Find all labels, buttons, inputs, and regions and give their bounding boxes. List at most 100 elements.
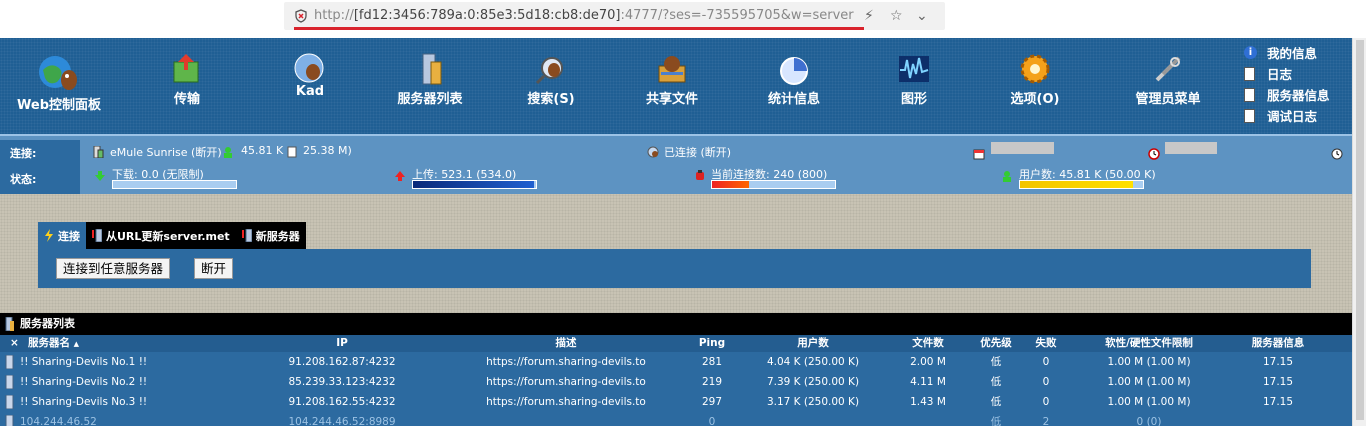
cell-fail: 0 <box>1042 356 1050 368</box>
cell-info: 17.15 <box>1262 396 1294 408</box>
cell-limit: 1.00 M (1.00 M) <box>1107 376 1191 388</box>
col-file-limit[interactable]: 软性/硬性文件限制 <box>1105 335 1193 352</box>
nav-transfer[interactable]: 传输 <box>162 38 212 107</box>
side-link-label: 日志 <box>1267 67 1293 82</box>
page-icon <box>1241 87 1255 105</box>
cell-users: 4.04 K (250.00 K) <box>766 356 860 368</box>
side-link-label: 我的信息 <box>1267 46 1318 61</box>
connection-label: 连接: <box>0 140 80 168</box>
close-column-button[interactable]: × <box>10 335 19 352</box>
side-link-debug-log[interactable]: 调试日志 <box>1241 105 1330 126</box>
table-row[interactable]: !! Sharing-Devils No.1 !! 91.208.162.87:4… <box>0 352 1352 372</box>
nav-label: 管理员菜单 <box>1135 92 1201 107</box>
cell-info: 17.15 <box>1262 356 1294 368</box>
nav-admin-menu[interactable]: 管理员菜单 <box>1132 38 1204 107</box>
cell-ping: 281 <box>701 356 723 368</box>
info-icon: i <box>1244 46 1257 59</box>
cell-priority: 低 <box>990 396 1002 408</box>
disconnect-button[interactable]: 断开 <box>194 258 234 279</box>
col-server-name[interactable]: 服务器名 ▲ <box>28 335 79 353</box>
scrollbar-thumb[interactable] <box>1356 40 1364 420</box>
server-icon <box>5 415 14 426</box>
table-row[interactable]: !! Sharing-Devils No.2 !! 85.239.33.123:4… <box>0 372 1352 392</box>
server-list-icon <box>5 317 14 331</box>
col-ping[interactable]: Ping <box>699 335 725 352</box>
table-header-row: × 服务器名 ▲ IP 描述 Ping 用户数 文件数 优先级 失败 软性/硬性… <box>0 335 1352 352</box>
side-link-label: 调试日志 <box>1267 109 1318 124</box>
main-nav: Web控制面板 传输 Kad 服务器列表 搜索(S) 共享文件 统计信息 图形 … <box>0 38 1352 134</box>
table-row[interactable]: !! Sharing-Devils No.3 !! 91.208.162.55:4… <box>0 392 1352 412</box>
kad-icon <box>294 53 324 83</box>
redacted-field <box>1165 142 1217 154</box>
url-host: [fd12:3456:789a:0:85e3:5d18:cb8:de70] <box>353 8 621 23</box>
user-count-icon <box>1003 171 1011 182</box>
nav-server-list[interactable]: 服务器列表 <box>392 38 468 107</box>
kad-status: 已连接 (断开) <box>664 146 732 159</box>
table-row[interactable]: 104.244.46.52 104.244.46.52:8989 0 低 2 0 (0) <box>0 412 1352 426</box>
tab-new-server[interactable]: 新服务器 <box>235 222 306 249</box>
state-label: 状态: <box>0 166 80 194</box>
lightning-icon[interactable]: ⚡ <box>864 8 874 24</box>
server-warning-icon <box>92 229 102 242</box>
file-icon <box>287 146 297 158</box>
server-icon <box>5 375 14 389</box>
server-users: 45.81 K <box>241 144 284 157</box>
graph-icon <box>899 56 929 82</box>
connections-bar <box>711 180 836 189</box>
options-gear-icon <box>1020 54 1050 84</box>
nav-label: Kad <box>295 84 325 99</box>
col-ip[interactable]: IP <box>336 335 348 352</box>
nav-kad[interactable]: Kad <box>288 38 332 99</box>
col-server-info[interactable]: 服务器信息 <box>1252 335 1305 352</box>
browser-toolbar: http://[fd12:3456:789a:0:85e3:5d18:cb8:d… <box>0 0 1366 38</box>
col-files[interactable]: 文件数 <box>912 335 944 352</box>
cell-priority: 低 <box>990 356 1002 368</box>
kad-status-icon <box>647 146 659 158</box>
mule-globe-icon <box>39 56 77 90</box>
cell-files: 4.11 M <box>910 376 946 388</box>
side-link-my-info[interactable]: i 我的信息 <box>1244 42 1330 63</box>
tab-label: 连接 <box>58 229 80 243</box>
page-scrollbar[interactable] <box>1352 38 1366 426</box>
upload-bar-fill <box>413 181 534 188</box>
col-description[interactable]: 描述 <box>556 335 577 352</box>
insecure-shield-icon[interactable] <box>294 9 308 23</box>
server-list-icon <box>422 53 442 85</box>
connect-any-server-button[interactable]: 连接到任意服务器 <box>56 258 171 279</box>
server-icon <box>5 395 14 409</box>
address-bar[interactable]: http://[fd12:3456:789a:0:85e3:5d18:cb8:d… <box>284 2 945 30</box>
url-scheme: http:// <box>314 8 354 23</box>
cell-ping: 297 <box>701 396 723 408</box>
upload-bar <box>412 180 537 189</box>
cell-name: 104.244.46.52 <box>20 416 97 426</box>
connect-panel: 连接到任意服务器 断开 <box>38 249 1311 288</box>
server-list-header: 服务器列表 <box>0 313 1352 335</box>
clock-small-icon <box>1331 148 1343 160</box>
nav-options[interactable]: 选项(O) <box>1006 38 1064 107</box>
server-name: eMule Sunrise (断开) <box>110 146 222 159</box>
nav-label: 图形 <box>900 92 927 107</box>
side-link-log[interactable]: 日志 <box>1241 63 1330 84</box>
nav-search[interactable]: 搜索(S) <box>524 38 578 107</box>
tab-update-server-met[interactable]: 从URL更新server.met <box>86 222 236 249</box>
nav-web-control-panel[interactable]: Web控制面板 <box>14 38 104 113</box>
nav-statistics[interactable]: 统计信息 <box>764 38 824 107</box>
col-priority[interactable]: 优先级 <box>980 335 1012 352</box>
nav-graph[interactable]: 图形 <box>894 38 934 107</box>
statistics-icon <box>780 57 808 85</box>
side-link-server-info[interactable]: 服务器信息 <box>1241 84 1330 105</box>
server-icon <box>93 146 104 158</box>
favorite-star-icon[interactable]: ☆ <box>890 8 903 24</box>
tab-connect[interactable]: 连接 <box>38 222 86 249</box>
col-users[interactable]: 用户数 <box>797 335 829 352</box>
col-failed[interactable]: 失败 <box>1036 335 1057 352</box>
chevron-down-icon[interactable]: ⌄ <box>916 8 928 24</box>
nav-shared-files[interactable]: 共享文件 <box>642 38 702 107</box>
cell-priority: 低 <box>990 416 1002 426</box>
cell-files: 2.00 M <box>910 356 946 368</box>
nav-label: 搜索(S) <box>527 92 575 107</box>
users-icon <box>224 147 232 158</box>
nav-label: 统计信息 <box>767 92 820 107</box>
url-text[interactable]: http://[fd12:3456:789a:0:85e3:5d18:cb8:d… <box>314 8 854 23</box>
status-bar: 连接: 状态: eMule Sunrise (断开) 45.81 K 25.38… <box>0 134 1352 194</box>
